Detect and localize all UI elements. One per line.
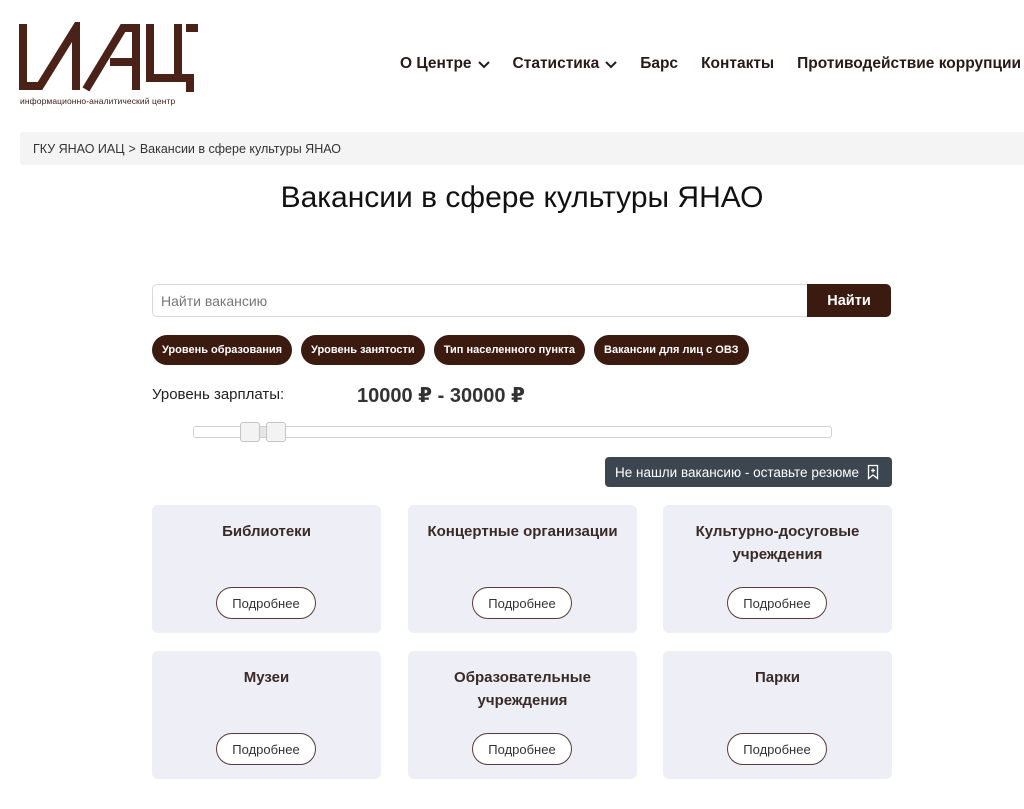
nav-item-statistics[interactable]: Статистика xyxy=(513,55,618,73)
nav-item-label: Статистика xyxy=(512,55,600,72)
breadcrumb-home-link[interactable]: ГКУ ЯНАО ИАЦ xyxy=(33,142,125,156)
breadcrumb-separator: > xyxy=(128,141,136,156)
main-nav: О Центре Статистика Барс Контакты Против… xyxy=(400,55,1021,73)
category-card-concert-organizations: Концертные организации Подробнее xyxy=(408,505,637,633)
category-details-button[interactable]: Подробнее xyxy=(727,587,827,619)
category-card-title: Библиотеки xyxy=(222,523,311,540)
category-card-title: Музеи xyxy=(243,669,290,686)
category-card-title: Концертные организации xyxy=(427,523,618,540)
filter-bar: Уровень образования Уровень занятости Ти… xyxy=(152,335,758,365)
breadcrumb-current: Вакансии в сфере культуры ЯНАО xyxy=(139,141,342,156)
salary-slider-min-handle[interactable] xyxy=(240,422,261,442)
nav-item-label: Барс xyxy=(640,55,679,72)
category-card-title: Образовательные учреждения xyxy=(454,669,591,709)
nav-item-label: Противодействие коррупции xyxy=(797,55,1022,72)
page-title: Вакансии в сфере культуры ЯНАО xyxy=(280,181,764,214)
filter-employment-button[interactable]: Уровень занятости xyxy=(301,335,425,365)
category-details-button[interactable]: Подробнее xyxy=(472,587,572,619)
salary-label: Уровень зарплаты: xyxy=(152,386,285,403)
category-card-educational: Образовательные учреждения Подробнее xyxy=(408,651,637,779)
leave-resume-label: Не нашли вакансию - оставьте резюме xyxy=(615,464,859,480)
salary-range-value: 10000 ₽ - 30000 ₽ xyxy=(357,385,525,407)
filter-education-button[interactable]: Уровень образования xyxy=(152,335,293,365)
category-card-title: Парки xyxy=(754,669,800,686)
nav-item-label: О Центре xyxy=(400,55,472,72)
category-card-title: Культурно-досуговые учреждения xyxy=(695,523,860,563)
category-details-button[interactable]: Подробнее xyxy=(472,733,572,765)
salary-slider-max-handle[interactable] xyxy=(266,422,287,442)
bookmark-plus-icon xyxy=(867,464,879,480)
search-input[interactable] xyxy=(152,284,807,317)
chevron-down-icon xyxy=(477,61,490,69)
nav-item-contacts[interactable]: Контакты xyxy=(701,55,774,73)
filter-disability-button[interactable]: Вакансии для лиц с ОВЗ xyxy=(594,335,749,365)
logo-subtitle: информационно-аналитический центр xyxy=(20,96,176,106)
category-card-museums: Музеи Подробнее xyxy=(152,651,381,779)
nav-item-about[interactable]: О Центре xyxy=(400,55,490,73)
site-logo[interactable]: информационно-аналитический центр xyxy=(18,22,200,110)
nav-item-label: Контакты xyxy=(701,55,775,72)
search-bar: Найти xyxy=(152,284,891,317)
category-details-button[interactable]: Подробнее xyxy=(216,587,316,619)
category-card-parks: Парки Подробнее xyxy=(663,651,892,779)
category-card-libraries: Библиотеки Подробнее xyxy=(152,505,381,633)
breadcrumb: ГКУ ЯНАО ИАЦ > Вакансии в сфере культуры… xyxy=(20,132,1024,165)
chevron-down-icon xyxy=(605,61,617,69)
logo-mark xyxy=(19,22,198,92)
nav-item-anticorruption[interactable]: Противодействие коррупции xyxy=(797,55,1021,73)
salary-slider[interactable] xyxy=(193,422,832,442)
filter-settlement-type-button[interactable]: Тип населенного пункта xyxy=(433,335,586,365)
category-details-button[interactable]: Подробнее xyxy=(727,733,827,765)
category-details-button[interactable]: Подробнее xyxy=(216,733,316,765)
site-header: информационно-аналитический центр О Цент… xyxy=(0,0,1024,120)
category-card-cultural-leisure: Культурно-досуговые учреждения Подробнее xyxy=(663,505,892,633)
nav-item-bars[interactable]: Барс xyxy=(640,55,678,73)
leave-resume-button[interactable]: Не нашли вакансию - оставьте резюме xyxy=(605,457,892,487)
search-button[interactable]: Найти xyxy=(807,284,891,317)
